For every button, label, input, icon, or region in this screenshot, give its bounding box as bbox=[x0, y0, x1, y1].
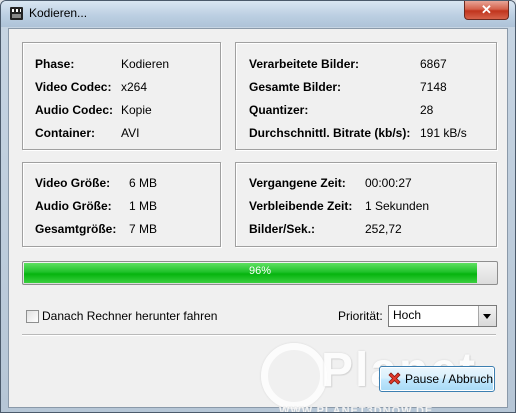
frame-stats-group: Verarbeitete Bilder: 6867 Gesamte Bilder… bbox=[235, 42, 497, 150]
video-codec-value: x264 bbox=[121, 80, 148, 94]
video-size-label: Video Größe: bbox=[35, 176, 111, 190]
phase-row: Phase: bbox=[35, 56, 74, 72]
total-size-label: Gesamtgröße: bbox=[35, 222, 117, 236]
watermark-url: WWW.PLANET3DNOW.DE bbox=[279, 405, 434, 413]
priority-label: Priorität: bbox=[338, 309, 383, 323]
quantizer-label: Quantizer: bbox=[249, 103, 309, 117]
elapsed-time-label: Vergangene Zeit: bbox=[249, 176, 346, 190]
audio-size-label: Audio Größe: bbox=[35, 199, 112, 213]
video-size-value: 6 MB bbox=[129, 176, 158, 190]
phase-label: Phase: bbox=[35, 57, 75, 71]
container-row: Container: bbox=[35, 125, 95, 141]
phase-value: Kodieren bbox=[121, 57, 170, 71]
shutdown-checkbox-label[interactable]: Danach Rechner herunter fahren bbox=[42, 308, 217, 324]
avg-bitrate-value: 191 kB/s bbox=[420, 126, 467, 140]
size-group: Video Größe: 6 MB Audio Größe: 1 MB Gesa… bbox=[22, 162, 221, 247]
video-codec-label: Video Codec: bbox=[35, 80, 112, 94]
encoding-progress-bar: 96% bbox=[22, 261, 498, 285]
container-label: Container: bbox=[35, 126, 95, 140]
title-bar[interactable]: Kodieren... ✕ bbox=[1, 1, 515, 27]
video-codec-row: Video Codec: bbox=[35, 79, 111, 95]
shutdown-checkbox[interactable] bbox=[26, 310, 39, 323]
chevron-down-icon[interactable] bbox=[478, 306, 496, 326]
watermark-logo-ring bbox=[261, 343, 327, 409]
separator-line bbox=[22, 334, 496, 336]
remaining-time-value: 1 Sekunden bbox=[365, 199, 430, 213]
frames-per-second-value: 252,72 bbox=[365, 222, 402, 236]
pause-abort-label: Pause / Abbruch bbox=[405, 372, 494, 386]
close-button[interactable]: ✕ bbox=[464, 1, 509, 20]
total-size-value: 7 MB bbox=[129, 222, 158, 236]
audio-codec-value: Kopie bbox=[121, 103, 152, 117]
time-group: Vergangene Zeit: 00:00:27 Verbleibende Z… bbox=[235, 162, 497, 247]
window-title: Kodieren... bbox=[29, 6, 88, 20]
processed-frames-label: Verarbeitete Bilder: bbox=[249, 57, 360, 71]
quantizer-value: 28 bbox=[420, 103, 434, 117]
processed-frames-value: 6867 bbox=[420, 57, 447, 71]
red-x-icon bbox=[388, 372, 401, 385]
remaining-time-label: Verbleibende Zeit: bbox=[249, 199, 353, 213]
progress-percent-text: 96% bbox=[248, 265, 272, 277]
avg-bitrate-label: Durchschnittl. Bitrate (kb/s): bbox=[249, 126, 411, 140]
film-clapper-icon bbox=[10, 7, 23, 20]
pause-abort-button[interactable]: Pause / Abbruch bbox=[379, 366, 495, 392]
container-value: AVI bbox=[121, 126, 140, 140]
audio-codec-label: Audio Codec: bbox=[35, 103, 113, 117]
priority-selected-value: Hoch bbox=[393, 308, 422, 322]
priority-select[interactable]: Hoch bbox=[388, 305, 497, 327]
audio-codec-row: Audio Codec: bbox=[35, 102, 113, 118]
encoding-dialog: Kodieren... ✕ Phase: Kodieren Video Code… bbox=[0, 0, 516, 413]
total-frames-label: Gesamte Bilder: bbox=[249, 80, 342, 94]
encoding-info-group: Phase: Kodieren Video Codec: x264 Audio … bbox=[22, 42, 221, 150]
total-frames-value: 7148 bbox=[420, 80, 447, 94]
audio-size-value: 1 MB bbox=[129, 199, 158, 213]
frames-per-second-label: Bilder/Sek.: bbox=[249, 222, 316, 236]
dialog-client-area: Phase: Kodieren Video Codec: x264 Audio … bbox=[8, 28, 508, 412]
elapsed-time-value: 00:00:27 bbox=[365, 176, 412, 190]
